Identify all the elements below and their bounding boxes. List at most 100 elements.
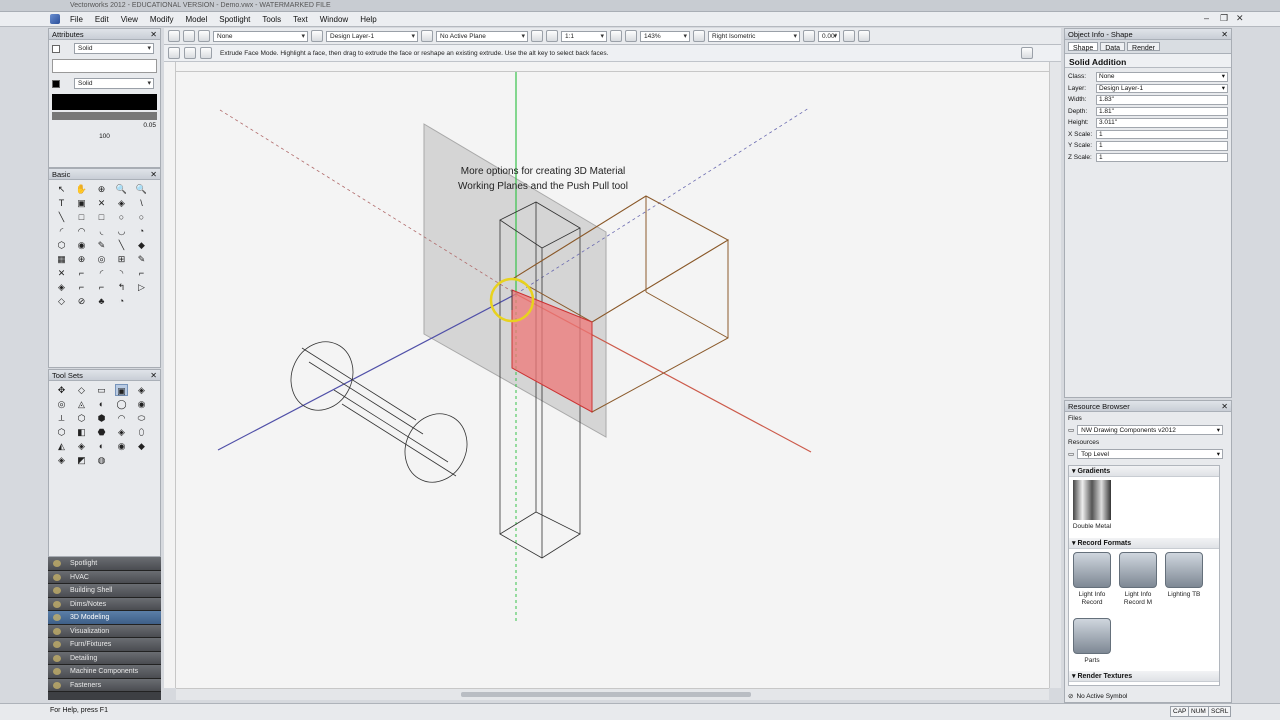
toolset-tool-icon[interactable]: ⬢ <box>95 412 108 424</box>
toolset-tool-icon[interactable]: ◐ <box>95 398 108 410</box>
basic-tool-icon[interactable]: ⊕ <box>95 183 108 195</box>
menu-help[interactable]: Help <box>354 12 382 27</box>
file-select[interactable]: NW Drawing Components v2012 <box>1077 425 1223 435</box>
menu-file[interactable]: File <box>64 12 89 27</box>
basic-tool-icon[interactable]: ⌐ <box>135 267 148 279</box>
basic-tool-icon[interactable]: ↖ <box>55 183 68 195</box>
toolset-tool-icon[interactable]: ◭ <box>55 440 68 452</box>
menu-tools[interactable]: Tools <box>256 12 287 27</box>
folder-icon[interactable]: ▭ <box>1068 426 1074 434</box>
toolset-tool-icon[interactable]: ◈ <box>135 384 148 396</box>
basic-tool-icon[interactable]: ✋ <box>75 183 88 195</box>
basic-tool-icon[interactable]: □ <box>95 211 108 223</box>
snap-settings-icon[interactable] <box>1021 47 1033 59</box>
line-thickness-value[interactable]: 0.05 <box>49 122 160 129</box>
section-render-textures[interactable]: ▾ Render Textures <box>1069 671 1219 682</box>
tab-data[interactable]: Data <box>1100 42 1126 52</box>
basic-tool-icon[interactable]: ⬡ <box>55 239 68 251</box>
close-icon[interactable]: ✕ <box>1236 13 1244 24</box>
toolset-tool-icon[interactable]: ◧ <box>75 426 88 438</box>
toolset-tool-icon[interactable]: ◆ <box>135 440 148 452</box>
toolset-tool-icon[interactable]: ◉ <box>135 398 148 410</box>
forward-view-button[interactable] <box>183 30 195 42</box>
basic-tool-icon[interactable]: ◆ <box>135 239 148 251</box>
toolset-tool-icon[interactable]: ✥ <box>55 384 68 396</box>
toolset-tool-icon[interactable]: ⬭ <box>135 412 148 424</box>
toolset-tool-icon[interactable]: ◐ <box>95 440 108 452</box>
toolset-tool-icon[interactable]: ⟂ <box>55 412 68 424</box>
drawing-canvas[interactable]: More options for creating 3D Material Wo… <box>176 72 1049 688</box>
class-select[interactable]: None <box>213 30 308 42</box>
basic-tool-icon[interactable]: ⌐ <box>75 267 88 279</box>
class-icon[interactable] <box>198 30 210 42</box>
menu-model[interactable]: Model <box>179 12 213 27</box>
basic-tool-icon[interactable]: ◉ <box>75 239 88 251</box>
close-icon[interactable]: ✕ <box>150 169 157 180</box>
tab-render[interactable]: Render <box>1127 42 1161 52</box>
sheet-icon[interactable] <box>531 30 543 42</box>
basic-tool-icon[interactable]: ◝ <box>115 267 128 279</box>
basic-tool-icon[interactable]: ╲ <box>115 239 128 251</box>
basic-tool-icon[interactable]: 🔍 <box>115 183 128 195</box>
tool-set-item[interactable]: Building Shell <box>48 584 161 598</box>
tool-set-item[interactable]: Dims/Notes <box>48 597 161 611</box>
standard-view-select[interactable]: Right Isometric <box>708 30 800 42</box>
toolset-tool-icon[interactable]: ◈ <box>55 454 68 466</box>
fill-style-select[interactable]: Solid <box>74 43 154 54</box>
field-value[interactable]: 3.011" <box>1096 118 1228 128</box>
projection-icon[interactable] <box>858 30 870 42</box>
pen-style-select[interactable]: Solid <box>74 78 154 89</box>
tool-set-item[interactable]: 3D Modeling <box>48 611 161 625</box>
resource-record-2[interactable]: Light Info Record M <box>1117 552 1159 607</box>
section-record-formats[interactable]: ▾ Record Formats <box>1069 538 1219 549</box>
app-icon[interactable] <box>50 14 60 24</box>
resource-record-1[interactable]: Light Info Record <box>1071 552 1113 607</box>
zoom-select[interactable]: 143% <box>640 30 690 42</box>
basic-tool-icon[interactable]: ✕ <box>55 267 68 279</box>
basic-tool-icon[interactable]: ▷ <box>135 281 148 293</box>
toolset-tool-icon[interactable]: ◍ <box>95 454 108 466</box>
view-icon[interactable]: ▭ <box>1068 450 1074 458</box>
working-plane-icon[interactable] <box>421 30 433 42</box>
basic-tool-icon[interactable]: ◟ <box>95 225 108 237</box>
basic-tool-icon[interactable]: T <box>55 197 68 209</box>
layer-icon[interactable] <box>311 30 323 42</box>
menu-spotlight[interactable]: Spotlight <box>213 12 256 27</box>
push-pull-mode-button[interactable] <box>168 47 180 59</box>
sub-face-mode-button[interactable] <box>200 47 212 59</box>
basic-tool-icon[interactable]: ○ <box>135 211 148 223</box>
basic-tool-icon[interactable]: ◔ <box>135 225 148 237</box>
standard-view-icon[interactable] <box>693 30 705 42</box>
fill-color-preview[interactable] <box>52 59 157 73</box>
basic-tool-icon[interactable]: ✕ <box>95 197 108 209</box>
resource-list[interactable]: ▾ Gradients Double Metal ▾ Record Format… <box>1068 465 1220 686</box>
toolset-tool-icon[interactable]: ⬡ <box>75 412 88 424</box>
rotation-field[interactable]: 0.00° <box>818 30 840 42</box>
zoom-fit-icon[interactable] <box>610 30 622 42</box>
field-value[interactable]: 1.81" <box>1096 106 1228 116</box>
tool-set-item[interactable]: Visualization <box>48 624 161 638</box>
field-value[interactable]: 1 <box>1096 129 1228 139</box>
menu-modify[interactable]: Modify <box>144 12 180 27</box>
pencil-icon[interactable] <box>546 30 558 42</box>
basic-tool-icon[interactable]: 🔍 <box>135 183 148 195</box>
rotation-icon[interactable] <box>803 30 815 42</box>
render-mode-icon[interactable] <box>843 30 855 42</box>
toolset-tool-icon[interactable]: ◬ <box>75 398 88 410</box>
resource-gradient[interactable]: Double Metal <box>1071 480 1113 531</box>
basic-tool-icon[interactable]: ◈ <box>55 281 68 293</box>
scale-field[interactable]: 1:1 <box>561 30 607 42</box>
close-icon[interactable]: ✕ <box>150 370 157 381</box>
field-value[interactable]: Design Layer-1 <box>1096 83 1228 93</box>
basic-tool-icon[interactable]: ◔ <box>115 295 128 307</box>
basic-tool-icon[interactable]: ╲ <box>55 211 68 223</box>
resource-record-4[interactable]: Parts <box>1071 618 1113 665</box>
close-icon[interactable]: ✕ <box>150 29 157 40</box>
toolset-tool-icon[interactable]: ⬯ <box>135 426 148 438</box>
menu-text[interactable]: Text <box>287 12 314 27</box>
basic-tool-icon[interactable]: ◎ <box>95 253 108 265</box>
basic-tool-icon[interactable]: ⌐ <box>75 281 88 293</box>
basic-tool-icon[interactable]: ⊞ <box>115 253 128 265</box>
basic-tool-icon[interactable]: \ <box>135 197 148 209</box>
field-value[interactable]: 1.83" <box>1096 95 1228 105</box>
